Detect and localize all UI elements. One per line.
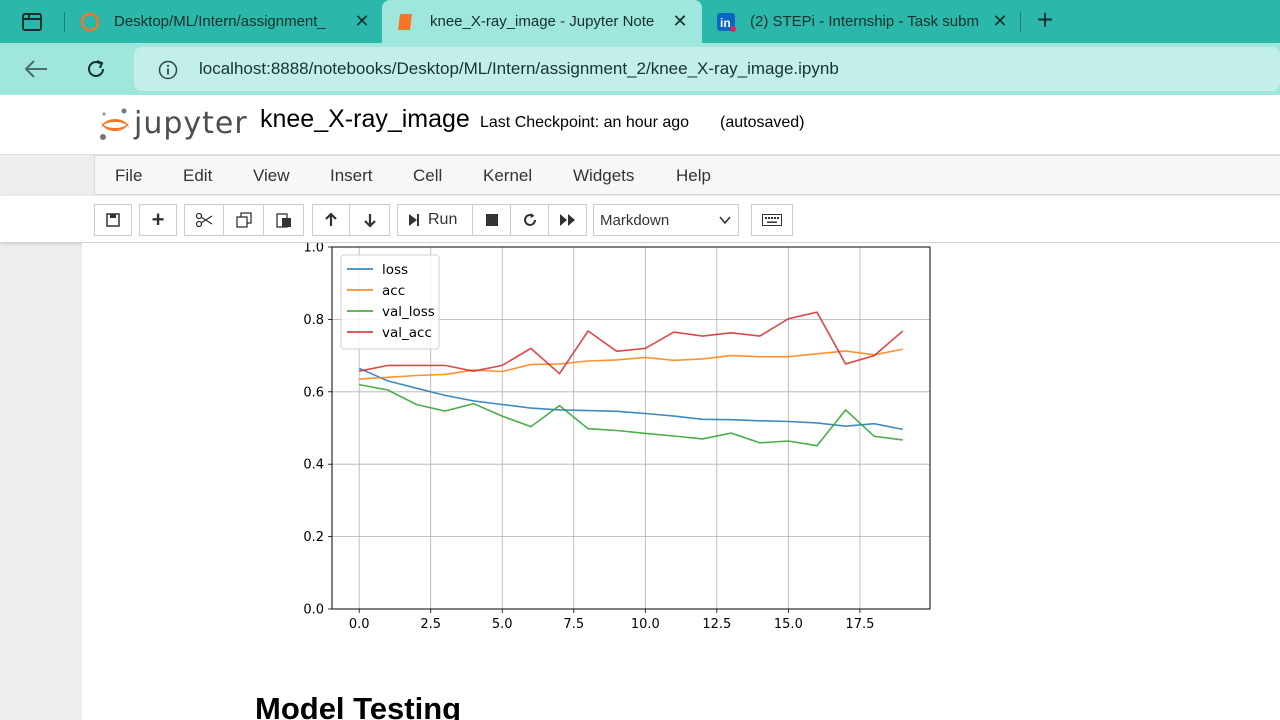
y-tick-label: 0.2 (303, 530, 324, 545)
legend-label: loss (382, 262, 408, 278)
close-tab-icon[interactable]: ✕ (670, 11, 690, 32)
legend-label: acc (382, 283, 405, 299)
jupyter-icon (80, 12, 100, 32)
move-down-button[interactable] (350, 204, 390, 236)
x-tick-label: 12.5 (702, 617, 731, 632)
paste-icon (275, 213, 291, 228)
command-palette-button[interactable] (751, 204, 793, 236)
jupyter-logo[interactable]: jupyter (98, 102, 247, 146)
x-tick-label: 2.5 (420, 617, 441, 632)
y-tick-label: 1.0 (303, 243, 324, 256)
cut-button[interactable] (184, 204, 224, 236)
fast-forward-icon (559, 214, 575, 226)
training-history-chart: 0.0 2.5 5.0 7.5 10.0 12.5 15.0 17.5 0.0 0.2 0.4 0.6… (303, 243, 931, 632)
url-input[interactable]: localhost:8888/notebooks/Desktop/ML/Inte… (134, 47, 1280, 91)
jupyter-logo-text: jupyter (134, 106, 248, 141)
info-icon[interactable] (158, 60, 178, 80)
legend-label: val_acc (382, 325, 432, 341)
back-icon[interactable] (20, 53, 52, 85)
notebook-icon (396, 12, 416, 32)
menu-help[interactable]: Help (676, 166, 711, 186)
interrupt-button[interactable] (473, 204, 511, 236)
y-tick-label: 0.8 (303, 313, 324, 328)
tab-title: Desktop/ML/Intern/assignment_ (114, 13, 326, 30)
refresh-icon (523, 213, 536, 226)
paste-button[interactable] (264, 204, 304, 236)
browser-tab-1[interactable]: Desktop/ML/Intern/assignment_ ✕ (64, 0, 382, 43)
stop-icon (485, 214, 498, 226)
menu-bar: File Edit View Insert Cell Kernel Widget… (94, 155, 1280, 195)
plus-icon: + (151, 207, 165, 232)
autosave-status: (autosaved) (720, 114, 805, 131)
browser-tab-2[interactable]: knee_X-ray_image - Jupyter Note ✕ (382, 0, 702, 43)
move-up-button[interactable] (312, 204, 350, 236)
linkedin-icon: in (716, 12, 736, 32)
tab-title: (2) STEPi - Internship - Task subm (750, 13, 979, 30)
menu-view[interactable]: View (253, 166, 290, 186)
menu-edit[interactable]: Edit (183, 166, 212, 186)
close-tab-icon[interactable]: ✕ (990, 11, 1010, 32)
cell-type-select[interactable]: Markdown (593, 204, 739, 236)
restart-run-all-button[interactable] (549, 204, 587, 236)
scissors-icon (195, 212, 213, 228)
x-tick-label: 17.5 (845, 617, 874, 632)
arrow-down-icon (363, 214, 376, 228)
notebook-container: 0.0 2.5 5.0 7.5 10.0 12.5 15.0 17.5 0.0 0.2 0.4 0.6… (82, 243, 1280, 720)
close-tab-icon[interactable]: ✕ (352, 11, 372, 32)
save-icon (106, 213, 120, 227)
menu-widgets[interactable]: Widgets (573, 166, 634, 186)
copy-button[interactable] (224, 204, 264, 236)
model-testing-heading: Model Testing (255, 691, 462, 720)
menu-kernel[interactable]: Kernel (483, 166, 532, 186)
legend-label: val_loss (382, 304, 435, 320)
y-tick-label: 0.0 (303, 603, 324, 618)
run-button[interactable]: Run (397, 204, 473, 236)
cell-type-value: Markdown (600, 212, 670, 229)
x-tick-label: 10.0 (631, 617, 660, 632)
menu-file[interactable]: File (115, 166, 142, 186)
tab-title: knee_X-ray_image - Jupyter Note (430, 13, 655, 30)
chevron-down-icon (719, 216, 731, 225)
y-tick-label: 0.4 (303, 458, 324, 473)
run-label: Run (428, 211, 458, 228)
x-tick-label: 5.0 (492, 617, 513, 632)
new-tab-icon[interactable]: + (1030, 6, 1060, 36)
jupyter-header: jupyter knee_X-ray_image Last Checkpoint… (0, 95, 1280, 155)
browser-tab-3[interactable]: in (2) STEPi - Internship - Task subm ✕ (704, 0, 1020, 43)
y-tick-label: 0.6 (303, 385, 324, 400)
menu-insert[interactable]: Insert (330, 166, 373, 186)
notebook-name[interactable]: knee_X-ray_image (260, 105, 470, 134)
browser-tab-strip: Desktop/ML/Intern/assignment_ ✕ knee_X-r… (0, 0, 1280, 43)
svg-text:in: in (720, 16, 731, 30)
x-tick-label: 15.0 (774, 617, 803, 632)
url-text: localhost:8888/notebooks/Desktop/ML/Inte… (199, 59, 839, 78)
insert-cell-button[interactable]: + (139, 204, 177, 236)
menu-cell[interactable]: Cell (413, 166, 442, 186)
x-tick-label: 0.0 (349, 617, 370, 632)
last-checkpoint: Last Checkpoint: an hour ago (480, 114, 690, 131)
step-forward-icon (409, 214, 419, 226)
keyboard-icon (762, 214, 782, 226)
copy-icon (235, 212, 252, 228)
arrow-up-icon (325, 212, 337, 226)
address-bar-row: localhost:8888/notebooks/Desktop/ML/Inte… (0, 43, 1280, 95)
tab-actions-icon[interactable] (14, 10, 50, 34)
reload-icon[interactable] (80, 53, 112, 85)
save-button[interactable] (94, 204, 132, 236)
x-tick-label: 7.5 (563, 617, 584, 632)
restart-button[interactable] (511, 204, 549, 236)
notebook-toolbar: + Run Markdown (0, 196, 1280, 242)
